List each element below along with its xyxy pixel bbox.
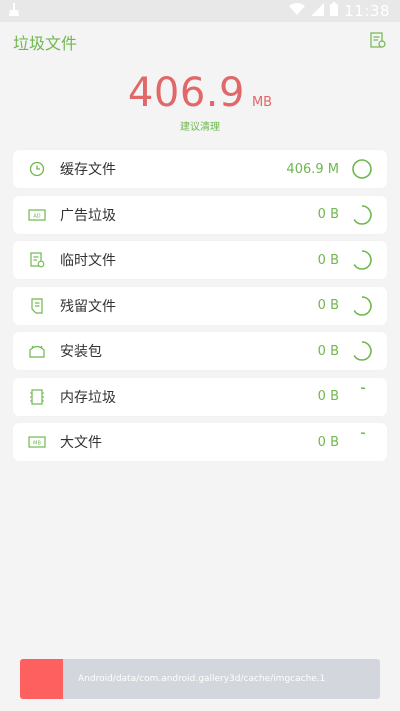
report-icon[interactable]	[370, 32, 386, 52]
scan-current-path: Android/data/com.android.gallery3d/cache…	[78, 674, 326, 684]
svg-text:MB: MB	[33, 441, 41, 447]
signal-icon	[311, 2, 325, 20]
cleaner-broom-icon	[8, 2, 20, 21]
junk-category-list: 缓存文件 406.9 M AD 广告垃圾 0 B 临时文件 0 B 残留文件 0…	[13, 150, 387, 469]
scanning-spinner-icon	[351, 249, 373, 271]
scanning-spinner-icon	[351, 340, 373, 362]
category-row-ad[interactable]: AD 广告垃圾 0 B	[13, 195, 387, 234]
apk-icon	[28, 342, 46, 360]
temp-file-icon	[28, 251, 46, 269]
category-row-apk[interactable]: 安装包 0 B	[13, 332, 387, 370]
category-row-residual[interactable]: 残留文件 0 B	[13, 286, 387, 325]
ad-icon: AD	[28, 206, 46, 224]
category-row-temp[interactable]: 临时文件 0 B	[13, 241, 387, 279]
category-row-large-file[interactable]: MB 大文件 0 B	[13, 423, 387, 461]
category-row-memory[interactable]: 内存垃圾 0 B	[13, 377, 387, 416]
app-bar: 垃圾文件	[0, 22, 400, 62]
category-size: 0 B	[317, 343, 339, 359]
status-bar: 11:38	[0, 0, 400, 22]
category-size: 0 B	[317, 434, 339, 450]
large-file-icon: MB	[28, 433, 46, 451]
category-label: 缓存文件	[60, 162, 116, 178]
category-label: 安装包	[60, 344, 102, 360]
category-label: 临时文件	[60, 253, 116, 269]
category-size: 406.9 M	[286, 161, 339, 177]
residual-file-icon	[28, 297, 46, 315]
scanning-spinner-icon	[351, 295, 373, 317]
category-size: 0 B	[317, 298, 339, 313]
pending-spinner-icon	[351, 386, 373, 408]
battery-icon	[330, 2, 339, 20]
category-size: 0 B	[317, 252, 339, 268]
category-label: 广告垃圾	[60, 207, 116, 224]
pending-spinner-icon	[351, 431, 373, 453]
category-label: 残留文件	[60, 298, 116, 315]
status-time: 11:38	[344, 2, 390, 20]
junk-summary: 406.9 MB 建议清理	[0, 70, 400, 133]
category-label: 大文件	[60, 435, 102, 451]
clock-icon	[28, 160, 46, 178]
scan-progress-bar: Android/data/com.android.gallery3d/cache…	[20, 659, 380, 699]
memory-chip-icon	[28, 388, 46, 406]
clean-advice: 建议清理	[180, 122, 220, 133]
page-title: 垃圾文件	[13, 34, 78, 53]
junk-size-unit: MB	[251, 95, 273, 110]
category-row-cache[interactable]: 缓存文件 406.9 M	[13, 150, 387, 188]
category-size: 0 B	[317, 207, 339, 222]
svg-text:AD: AD	[33, 213, 40, 219]
junk-size-value: 406.9	[127, 70, 245, 116]
scan-progress-fill	[20, 659, 64, 699]
category-size: 0 B	[317, 389, 339, 404]
wifi-icon	[289, 2, 306, 20]
category-label: 内存垃圾	[60, 389, 116, 406]
scan-done-ring-icon	[351, 158, 373, 180]
scanning-spinner-icon	[351, 204, 373, 226]
